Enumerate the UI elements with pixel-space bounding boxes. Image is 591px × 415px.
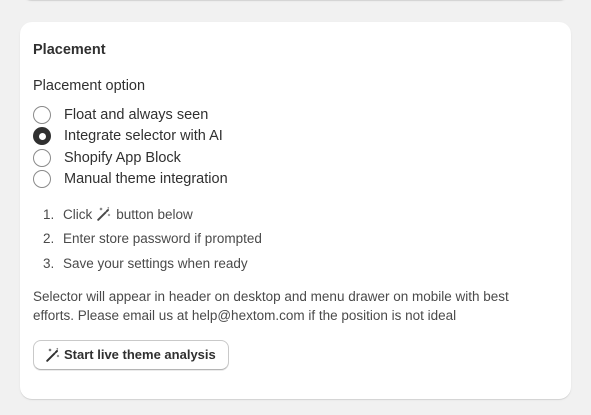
step-item: 2. Enter store password if prompted: [43, 227, 558, 252]
instruction-steps: 1. Click button below 2. Enter store pas…: [33, 202, 558, 276]
radio-label: Shopify App Block: [64, 149, 181, 166]
magic-wand-icon: [96, 206, 112, 222]
step-text: Save your settings when ready: [63, 255, 248, 271]
radio-float-always-seen[interactable]: Float and always seen: [33, 104, 558, 126]
step-item: 3. Save your settings when ready: [43, 251, 558, 276]
radio-integrate-selector-ai[interactable]: Integrate selector with AI: [33, 126, 558, 148]
radio-button[interactable]: [33, 105, 51, 124]
magic-wand-icon: [45, 347, 61, 363]
radio-button[interactable]: [33, 148, 51, 167]
radio-label: Integrate selector with AI: [64, 128, 223, 145]
start-live-theme-analysis-button[interactable]: Start live theme analysis: [33, 339, 229, 370]
placement-radio-group: Float and always seen Integrate selector…: [33, 104, 558, 190]
step-item: 1. Click button below: [43, 202, 558, 227]
placement-description: Selector will appear in header on deskto…: [33, 288, 509, 323]
placement-card: Placement Placement option Float and alw…: [20, 22, 571, 399]
step-text-before: Click: [63, 206, 93, 222]
step-number: 2.: [43, 231, 55, 247]
step-number: 1.: [43, 206, 55, 222]
card-title: Placement: [33, 42, 106, 58]
radio-manual-theme-integration[interactable]: Manual theme integration: [33, 169, 558, 191]
placement-option-label: Placement option: [33, 78, 146, 94]
button-label: Start live theme analysis: [64, 347, 216, 362]
step-text-after: button below: [116, 206, 193, 222]
step-text: Enter store password if prompted: [63, 231, 262, 247]
radio-label: Float and always seen: [64, 106, 209, 123]
step-text: Click button below: [63, 206, 193, 222]
step-number: 3.: [43, 255, 55, 271]
radio-label: Manual theme integration: [64, 171, 228, 188]
radio-shopify-app-block[interactable]: Shopify App Block: [33, 147, 558, 169]
radio-button-selected[interactable]: [33, 127, 51, 146]
radio-button[interactable]: [33, 170, 51, 189]
